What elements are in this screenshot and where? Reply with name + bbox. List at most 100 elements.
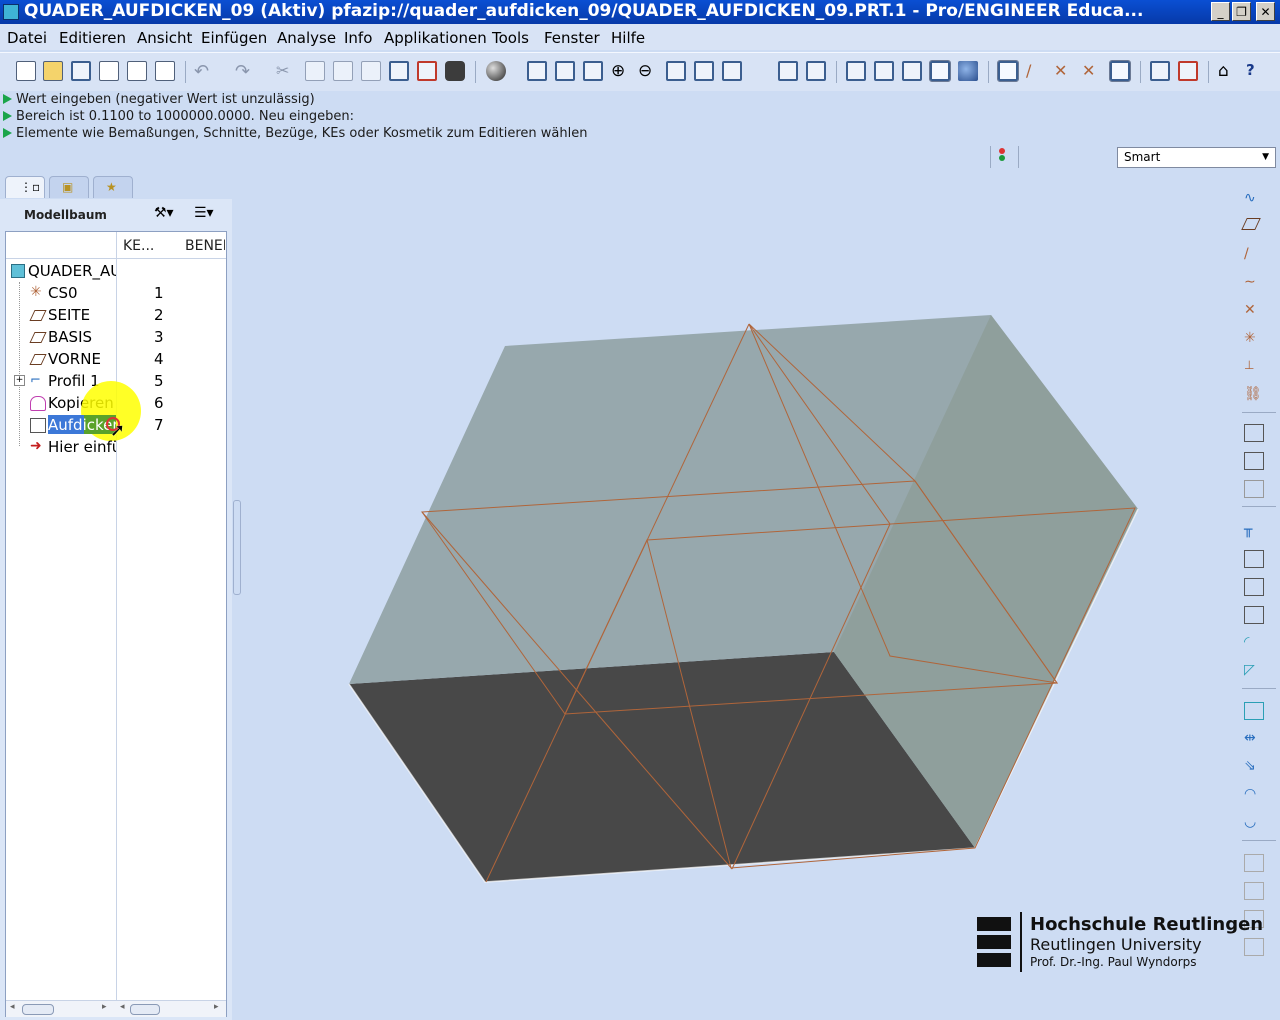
copy-icon[interactable] [305,61,325,81]
saved-views-icon[interactable] [722,61,742,81]
regen-manager-icon[interactable] [417,61,437,81]
thicken-tool-icon[interactable] [1244,882,1264,900]
sketch-curve-icon[interactable]: ∿ [1244,190,1262,206]
mirror-icon[interactable]: ⇹ [1244,730,1262,746]
regenerate-model-icon[interactable] [389,61,409,81]
expand-icon[interactable]: + [14,375,25,386]
undo-icon[interactable]: ↶ [194,61,214,82]
revolve-icon[interactable] [1244,452,1264,470]
menu-analyse[interactable]: Analyse [277,29,336,47]
offset-icon[interactable] [1244,854,1264,872]
merge-icon[interactable]: ⇘ [1244,758,1262,774]
column-header-feature-id[interactable]: KE... [123,238,154,254]
shading-mode-icon[interactable] [486,61,506,81]
redo-icon[interactable]: ↷ [235,61,255,82]
column-header-name[interactable]: BENEI [185,238,225,254]
hole-icon[interactable]: ╥ [1244,522,1262,538]
sweep-icon[interactable] [1244,480,1264,498]
new-file-icon[interactable] [16,61,36,81]
zoom-out-icon[interactable]: ⊖ [638,61,658,81]
paste-icon[interactable] [333,61,353,81]
tree-item-seite[interactable]: SEITE 2 [6,304,226,326]
round-icon[interactable]: ◜ [1244,634,1262,650]
hidden-line-icon[interactable] [874,61,894,81]
coordinate-system-tool-icon[interactable]: ✳ [1244,330,1262,346]
datum-axes-display-icon[interactable]: / [1026,61,1046,81]
cut-icon[interactable]: ✂ [276,61,296,81]
coordinate-systems-display-icon[interactable]: ✕ [1082,61,1102,81]
extrude-icon[interactable] [1244,424,1264,442]
tree-item-aufdicken[interactable]: Aufdicken 7 ➚ [6,381,226,441]
menu-hilfe[interactable]: Hilfe [611,29,645,47]
graphics-window[interactable] [242,176,1238,1020]
view-manager-icon[interactable] [527,61,547,81]
view-manager-2-icon[interactable] [806,61,826,81]
scroll-right-icon[interactable]: ▸ [214,1002,219,1012]
menu-applikationen[interactable]: Applikationen [384,29,487,47]
send-mail-icon[interactable] [127,61,147,81]
tree-item-insert-here[interactable]: ➜ Hier einfügen [6,436,226,458]
datum-planes-display-icon[interactable] [997,60,1019,82]
annotation-display-icon[interactable] [1109,60,1131,82]
save-icon[interactable] [71,61,91,81]
find-icon[interactable] [445,61,465,81]
minimize-button[interactable]: _ [1211,2,1230,21]
scroll-right-icon[interactable]: ▸ [102,1002,107,1012]
menu-fenster[interactable]: Fenster [544,29,600,47]
scroll-left-icon[interactable]: ◂ [10,1002,15,1012]
tree-columns-icon[interactable]: ☰▾ [194,205,214,221]
close-button[interactable]: ✕ [1256,2,1275,21]
datum-point-tool-icon[interactable]: ✕ [1244,302,1262,318]
regenerate-icon[interactable] [155,61,175,81]
selection-filter-dropdown[interactable]: Smart ▼ [1117,147,1276,168]
reorient-icon[interactable] [694,61,714,81]
datum-curve-tool-icon[interactable]: ∼ [1244,274,1262,290]
scroll-left-icon[interactable]: ◂ [120,1002,125,1012]
shell-icon[interactable] [1244,550,1264,568]
chamfer-icon[interactable]: ◸ [1244,662,1262,678]
context-help-icon[interactable]: ? [1246,61,1266,81]
print-icon[interactable] [99,61,119,81]
menu-ansicht[interactable]: Ansicht [137,29,192,47]
table-icon[interactable] [1244,938,1264,956]
tree-item-cs0[interactable]: ✳ CS0 1 [6,282,226,304]
orient-icon[interactable] [555,61,575,81]
wireframe-icon[interactable] [846,61,866,81]
enhanced-realism-icon[interactable] [958,61,978,81]
tab-model-tree[interactable]: ⋮▫ [5,176,45,198]
menu-info[interactable]: Info [344,29,372,47]
tree-horizontal-scrollbar[interactable]: ◂ ▸ ◂ ▸ [6,1000,226,1017]
zoom-in-icon[interactable]: ⊕ [611,61,631,81]
panel-splitter[interactable] [233,500,241,595]
analysis-feature-icon[interactable]: ⊥ [1244,358,1262,374]
tab-favorites[interactable]: ★ [93,176,133,198]
scrollbar-thumb[interactable] [22,1004,54,1015]
menu-editieren[interactable]: Editieren [59,29,126,47]
link-icon[interactable]: ⛓ [1244,386,1262,402]
spin-center-icon[interactable] [583,61,603,81]
tree-item-basis[interactable]: BASIS 3 [6,326,226,348]
close-window-icon[interactable] [1178,61,1198,81]
datum-axis-tool-icon[interactable]: / [1244,246,1262,262]
menu-datei[interactable]: Datei [7,29,47,47]
tree-item-vorne[interactable]: VORNE 4 [6,348,226,370]
no-hidden-icon[interactable] [902,61,922,81]
menu-einfuegen[interactable]: Einfügen [201,29,267,47]
menu-tools[interactable]: Tools [492,29,529,47]
trim-icon[interactable]: ◠ [1244,786,1262,802]
rib-icon[interactable] [1244,578,1264,596]
scrollbar-thumb[interactable] [130,1004,160,1015]
paste-special-icon[interactable] [361,61,381,81]
tree-settings-icon[interactable]: ⚒▾ [154,205,174,221]
tab-folder-browser[interactable]: ▣ [49,176,89,198]
shading-icon[interactable] [929,60,951,82]
layers-icon[interactable] [778,61,798,81]
datum-points-display-icon[interactable]: ✕ [1054,61,1074,81]
open-file-icon[interactable] [43,61,63,81]
refit-icon[interactable] [666,61,686,81]
activate-window-icon[interactable] [1150,61,1170,81]
datum-plane-tool-icon[interactable] [1241,218,1261,230]
pattern-icon[interactable] [1244,702,1264,720]
restore-button[interactable]: ❐ [1232,2,1251,21]
draft-icon[interactable] [1244,606,1264,624]
